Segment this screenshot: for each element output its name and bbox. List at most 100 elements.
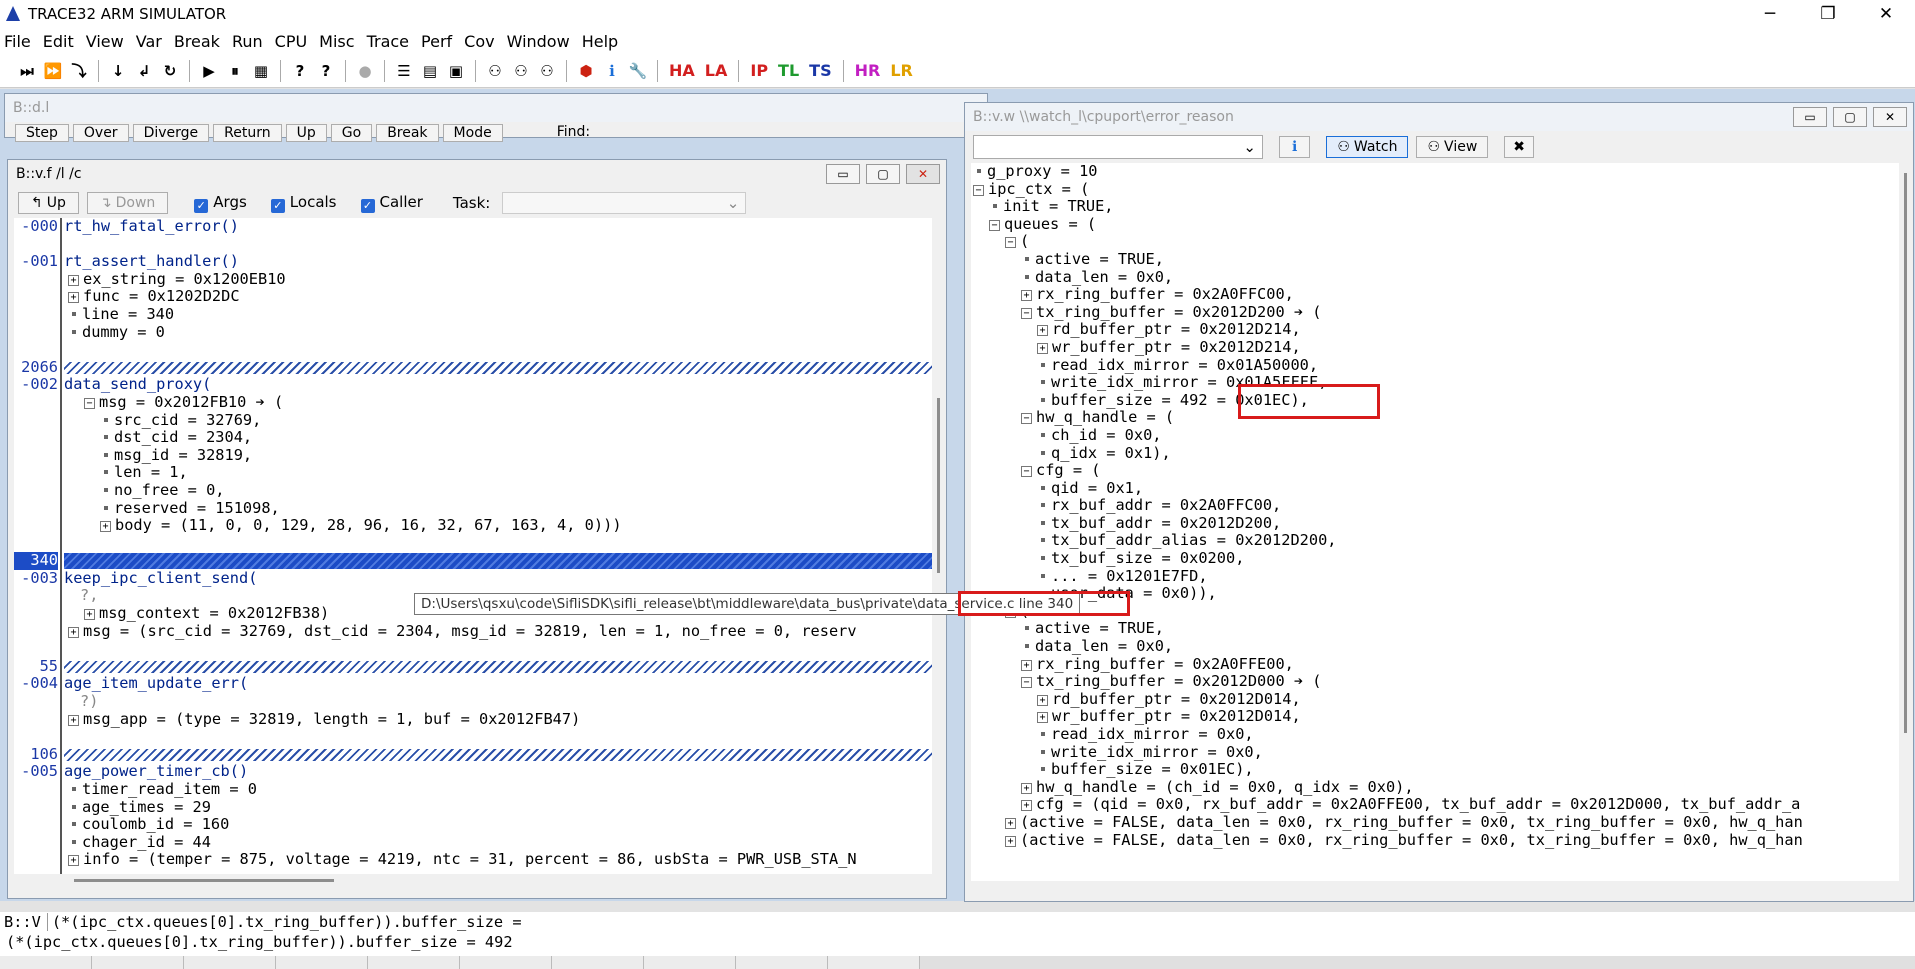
frame-row[interactable]: timer_read_item = 0: [14, 780, 932, 799]
frame-row[interactable]: − msg = 0x2012FB10 ➔ (: [14, 393, 932, 412]
minimize-window-button[interactable]: ▭: [1793, 107, 1827, 127]
expand-icon[interactable]: +: [68, 274, 79, 286]
frame-row[interactable]: 55: [14, 657, 932, 676]
watch-row[interactable]: qid = 0x1,: [971, 479, 1899, 498]
frame-hscrollbar[interactable]: [14, 874, 932, 886]
close-window-button[interactable]: ✕: [906, 164, 940, 184]
minimize-button[interactable]: ─: [1741, 0, 1799, 28]
collapse-icon[interactable]: −: [989, 219, 1000, 231]
menu-cov[interactable]: Cov: [464, 32, 494, 51]
expand-icon[interactable]: +: [1021, 659, 1032, 671]
watch-row[interactable]: −(: [971, 233, 1899, 251]
watch-row[interactable]: ... = 0x1201E7FD,: [971, 567, 1899, 586]
maximize-window-button[interactable]: ▢: [866, 164, 900, 184]
collapse-icon[interactable]: −: [1021, 677, 1032, 689]
frame-row[interactable]: [14, 535, 932, 553]
down-arrow-icon[interactable]: ↓: [105, 58, 131, 84]
scroll-thumb[interactable]: [937, 398, 940, 573]
frame-row[interactable]: [14, 341, 932, 359]
toolbar-ha-button[interactable]: HA: [669, 61, 695, 80]
watch-row[interactable]: − hw_q_handle = (: [971, 409, 1899, 427]
collapse-icon[interactable]: −: [973, 184, 984, 196]
command-line[interactable]: B::V (*(ipc_ctx.queues[0].tx_ring_buffer)…: [4, 913, 522, 932]
frame-row[interactable]: reserved = 151098,: [14, 499, 932, 518]
frame-row[interactable]: no_free = 0,: [14, 481, 932, 500]
frame-row[interactable]: + msg = (src_cid = 32769, dst_cid = 2304,…: [14, 622, 932, 641]
menu-break[interactable]: Break: [174, 32, 220, 51]
watch-row[interactable]: tx_buf_size = 0x0200,: [971, 549, 1899, 568]
expand-icon[interactable]: +: [1021, 782, 1032, 794]
list-mode-button[interactable]: Mode: [442, 124, 503, 142]
close-watch-button[interactable]: ✖: [1504, 136, 1535, 158]
watch-row[interactable]: active = TRUE,: [971, 620, 1899, 638]
var-watch-icon[interactable]: ⚇: [534, 58, 560, 84]
step-over-icon[interactable]: ⏩: [40, 58, 66, 84]
collapse-icon[interactable]: −: [84, 397, 95, 409]
task-select[interactable]: ⌄: [502, 192, 747, 214]
collapse-icon[interactable]: −: [1021, 413, 1032, 425]
maximize-button[interactable]: ❐: [1799, 0, 1857, 28]
close-window-button[interactable]: ✕: [1873, 107, 1907, 127]
expand-icon[interactable]: +: [68, 626, 79, 638]
watch-row[interactable]: + (active = FALSE, data_len = 0x0, rx_rin…: [971, 831, 1899, 850]
watch-row[interactable]: + rx_ring_buffer = 0x2A0FFE00,: [971, 655, 1899, 674]
menu-trace[interactable]: Trace: [367, 32, 409, 51]
view-button[interactable]: ⚇ View: [1416, 136, 1489, 158]
collapse-icon[interactable]: −: [1021, 307, 1032, 319]
frame-row[interactable]: dummy = 0: [14, 323, 932, 342]
expand-icon[interactable]: +: [100, 521, 111, 533]
settings-icon[interactable]: 🔧: [625, 58, 651, 84]
view-icon[interactable]: ⚇: [508, 58, 534, 84]
watch-row[interactable]: tx_buf_addr_alias = 0x2012D200,: [971, 532, 1899, 550]
frame-row[interactable]: -003 keep_ipc_client_send(: [14, 569, 932, 588]
minimize-window-button[interactable]: ▭: [826, 164, 860, 184]
list-step-button[interactable]: Step: [15, 124, 69, 142]
menu-perf[interactable]: Perf: [421, 32, 452, 51]
watch-row[interactable]: + wr_buffer_ptr = 0x2012D014,: [971, 708, 1899, 726]
watch-row[interactable]: + cfg = (qid = 0x0, rx_buf_addr = 0x2A0FF…: [971, 796, 1899, 814]
watch-row[interactable]: data_len = 0x0,: [971, 637, 1899, 656]
watch-row[interactable]: init = TRUE,: [971, 197, 1899, 216]
list-diverge-button[interactable]: Diverge: [132, 124, 210, 142]
watch-row[interactable]: tx_buf_addr = 0x2012D200,: [971, 514, 1899, 533]
menu-cpu[interactable]: CPU: [275, 32, 308, 51]
frame-row[interactable]: len = 1,: [14, 464, 932, 482]
list-up-button[interactable]: Up: [285, 124, 327, 142]
watch-row[interactable]: + rd_buffer_ptr = 0x2012D014,: [971, 690, 1899, 709]
watch-row[interactable]: + wr_buffer_ptr = 0x2012D214,: [971, 338, 1899, 357]
locals-checkbox[interactable]: ✓ Locals: [270, 193, 337, 213]
frame-row[interactable]: dst_cid = 2304,: [14, 428, 932, 447]
scroll-thumb[interactable]: [1904, 173, 1907, 733]
list-go-button[interactable]: Go: [330, 124, 373, 142]
watch-row[interactable]: read_idx_mirror = 0x0,: [971, 725, 1899, 744]
frame-row[interactable]: + msg_app = (type = 32819, length = 1, bu…: [14, 710, 932, 729]
watch-row[interactable]: g_proxy = 10: [971, 163, 1899, 181]
step-into-icon[interactable]: ⤵: [66, 58, 92, 84]
frame-row[interactable]: -001 rt_assert_handler(): [14, 252, 932, 271]
watch-row[interactable]: active = TRUE,: [971, 250, 1899, 269]
watch-row[interactable]: q_idx = 0x1),: [971, 444, 1899, 463]
menu-file[interactable]: File: [4, 32, 31, 51]
help-icon[interactable]: ?: [287, 58, 313, 84]
watch-icon[interactable]: ⚇: [482, 58, 508, 84]
watch-row[interactable]: read_idx_mirror = 0x01A50000,: [971, 356, 1899, 375]
watch-row[interactable]: + rx_ring_buffer = 0x2A0FFC00,: [971, 285, 1899, 304]
info-icon[interactable]: ℹ: [599, 58, 625, 84]
toolbar-lr-button[interactable]: LR: [890, 61, 913, 80]
toolbar-la-button[interactable]: LA: [705, 61, 728, 80]
watch-row[interactable]: − tx_ring_buffer = 0x2012D200 ➔ (: [971, 303, 1899, 322]
watch-expression-select[interactable]: ⌄: [973, 135, 1263, 159]
frame-row[interactable]: -004 age_item_update_err(: [14, 675, 932, 693]
frame-row[interactable]: [14, 728, 932, 746]
frame-row[interactable]: -000 rt_hw_fatal_error(): [14, 218, 932, 236]
expand-icon[interactable]: +: [68, 714, 79, 726]
toolbar-ts-button[interactable]: TS: [809, 61, 831, 80]
menu-run[interactable]: Run: [232, 32, 263, 51]
frame-row[interactable]: [14, 236, 932, 254]
collapse-icon[interactable]: −: [1005, 237, 1016, 249]
menu-view[interactable]: View: [86, 32, 124, 51]
watch-row[interactable]: − queues = (: [971, 215, 1899, 234]
expand-icon[interactable]: +: [1021, 290, 1032, 302]
break-icon[interactable]: ⬢: [573, 58, 599, 84]
expand-icon[interactable]: +: [68, 855, 79, 867]
